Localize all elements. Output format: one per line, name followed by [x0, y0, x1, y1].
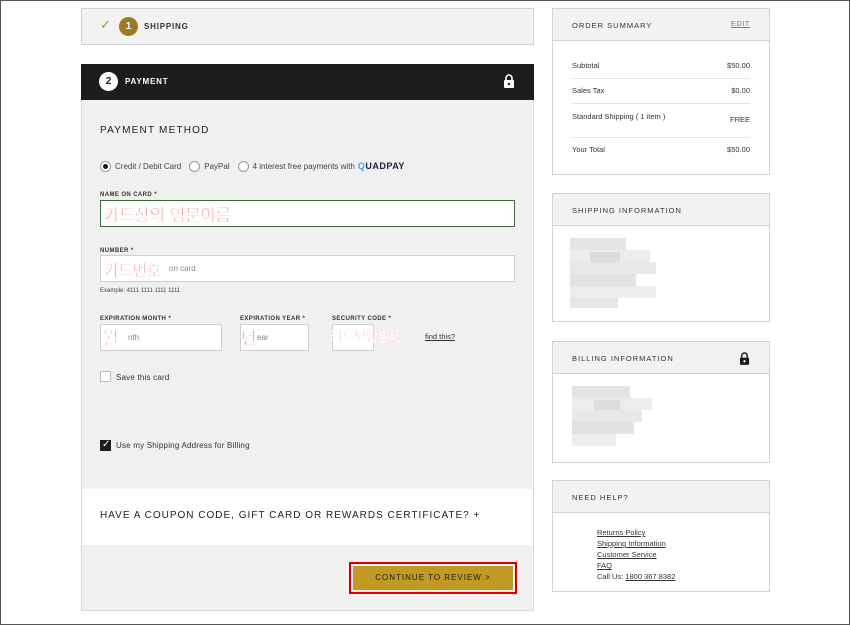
expiration-month-label: EXPIRATION MONTH * [100, 316, 172, 322]
shipping-step-number: 1 [119, 17, 138, 36]
card-number-annotation: 카드번호 [104, 261, 162, 280]
payment-method-title: PAYMENT METHOD [100, 125, 210, 136]
radio-paypal[interactable] [189, 160, 201, 172]
lock-icon [739, 352, 750, 365]
cta-area: CONTINUE TO REVIEW > [81, 545, 534, 611]
order-summary-edit-link[interactable]: EDIT [731, 19, 750, 28]
check-icon: ✓ [100, 17, 111, 32]
option-credit-card[interactable]: Credit / Debit Card [100, 160, 182, 172]
billing-information-title: BILLING INFORMATION [572, 354, 674, 363]
security-code-annotation: 카드보안넘버 [331, 330, 401, 345]
shipping-step[interactable]: ✓ 1 SHIPPING [81, 8, 534, 45]
save-card-checkbox[interactable] [100, 371, 111, 382]
redacted-billing-address [572, 386, 652, 446]
name-on-card-label: NAME ON CARD * [100, 192, 157, 198]
option-paypal-label: PayPal [204, 161, 230, 171]
summary-label: Standard Shipping ( 1 item ) [572, 112, 666, 121]
redacted-shipping-address [570, 238, 656, 308]
expiration-month-annotation: 월 [103, 329, 119, 349]
order-summary-header: ORDER SUMMARY EDIT [553, 9, 769, 41]
summary-row-subtotal: Subtotal $50.00 [572, 61, 750, 70]
summary-value: $50.00 [727, 145, 750, 154]
quadpay-logo: QUADPAY [357, 161, 405, 171]
name-on-card-annotation: 카드상의 영문이름 [104, 206, 231, 226]
coupon-label: HAVE A COUPON CODE, GIFT CARD OR REWARDS… [100, 510, 481, 521]
order-summary-panel: ORDER SUMMARY EDIT Subtotal $50.00 Sales… [552, 8, 770, 175]
payment-form: PAYMENT METHOD Credit / Debit Card PayPa… [81, 100, 534, 489]
returns-policy-link[interactable]: Returns Policy [597, 528, 645, 537]
need-help-title: NEED HELP? [572, 493, 629, 502]
summary-label: Subtotal [572, 61, 600, 70]
divider [572, 78, 750, 79]
faq-link[interactable]: FAQ [597, 561, 612, 570]
need-help-header: NEED HELP? [553, 481, 769, 513]
summary-label: Your Total [572, 145, 605, 154]
summary-label: Sales Tax [572, 86, 605, 95]
shipping-information-panel: SHIPPING INFORMATION [552, 193, 770, 322]
card-number-example: Example: 4111 1111 1111 1111 [100, 288, 181, 294]
customer-service-link[interactable]: Customer Service [597, 550, 657, 559]
expiration-year-label: EXPIRATION YEAR * [240, 316, 306, 322]
security-code-label: SECURITY CODE * [332, 316, 392, 322]
payment-step-header: 2 PAYMENT [81, 64, 534, 100]
lock-icon [504, 74, 514, 88]
shipping-information-link[interactable]: Shipping Information [597, 539, 666, 548]
summary-row-total: Your Total $50.00 [572, 145, 750, 154]
save-card-label: Save this card [116, 373, 170, 382]
radio-quadpay[interactable] [237, 160, 249, 172]
summary-value: $50.00 [727, 61, 750, 70]
payment-step-number: 2 [99, 72, 118, 91]
shipping-information-title: SHIPPING INFORMATION [572, 206, 682, 215]
expiration-month-select[interactable]: nth [100, 324, 222, 351]
summary-value: FREE [729, 115, 750, 124]
need-help-panel: NEED HELP? Returns Policy Shipping Infor… [552, 480, 770, 592]
summary-value: $0.00 [731, 86, 750, 95]
option-paypal[interactable]: PayPal [189, 160, 230, 172]
card-number-input[interactable]: on card [100, 255, 515, 282]
continue-to-review-button[interactable]: CONTINUE TO REVIEW > [353, 566, 513, 590]
payment-method-options: Credit / Debit Card PayPal 4 interest fr… [100, 159, 413, 173]
billing-information-panel: BILLING INFORMATION [552, 341, 770, 463]
option-quadpay-label: 4 interest free payments with [252, 161, 355, 171]
expiration-year-annotation: 년 [241, 329, 257, 349]
use-shipping-address-checkbox[interactable] [100, 439, 111, 451]
order-summary-title: ORDER SUMMARY [572, 21, 653, 30]
summary-row-shipping: Standard Shipping ( 1 item ) [572, 111, 692, 122]
find-security-code-link[interactable]: find this? [425, 332, 455, 341]
shipping-step-label: SHIPPING [144, 22, 189, 31]
billing-information-header: BILLING INFORMATION [553, 342, 769, 374]
phone-link[interactable]: 1800 367 8382 [625, 572, 675, 581]
use-shipping-address-label: Use my Shipping Address for Billing [116, 441, 250, 450]
card-number-label: NUMBER * [100, 248, 134, 254]
option-quadpay[interactable]: 4 interest free payments with QUADPAY [237, 160, 405, 172]
summary-row-sales-tax: Sales Tax $0.00 [572, 86, 750, 95]
divider [572, 103, 750, 104]
option-credit-card-label: Credit / Debit Card [115, 161, 182, 171]
call-us: Call Us: 1800 367 8382 [597, 572, 675, 581]
divider [572, 137, 750, 138]
cta-highlight: CONTINUE TO REVIEW > [349, 562, 517, 594]
payment-step-label: PAYMENT [125, 77, 169, 86]
radio-credit-card[interactable] [100, 160, 111, 172]
shipping-information-header: SHIPPING INFORMATION [553, 194, 769, 226]
coupon-toggle[interactable]: HAVE A COUPON CODE, GIFT CARD OR REWARDS… [81, 489, 534, 545]
call-us-label: Call Us: [597, 572, 626, 581]
